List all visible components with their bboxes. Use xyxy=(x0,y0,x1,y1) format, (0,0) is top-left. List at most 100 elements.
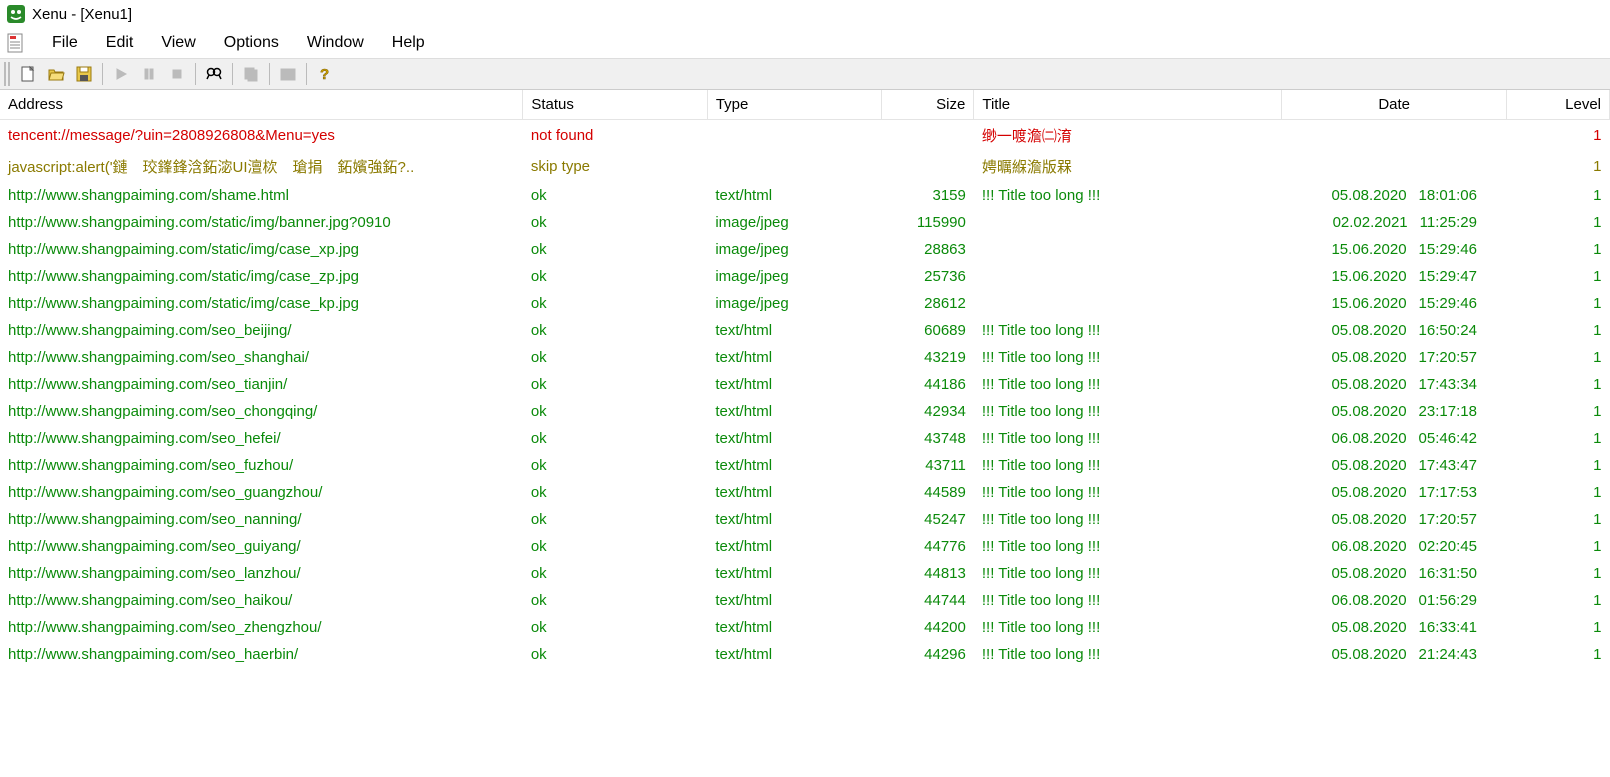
cell-date: 06.08.202005:46:42 xyxy=(1281,425,1507,452)
menubar: FileEditViewOptionsWindowHelp xyxy=(0,28,1610,58)
cell-level: 1 xyxy=(1507,182,1610,209)
cell-title: !!! Title too long !!! xyxy=(974,425,1282,452)
table-row[interactable]: http://www.shangpaiming.com/seo_haikou/o… xyxy=(0,587,1610,614)
table-row[interactable]: http://www.shangpaiming.com/static/img/c… xyxy=(0,263,1610,290)
cell-type xyxy=(707,151,881,182)
menu-file[interactable]: File xyxy=(38,30,92,56)
cell-level: 1 xyxy=(1507,344,1610,371)
cell-level: 1 xyxy=(1507,479,1610,506)
col-address[interactable]: Address xyxy=(0,90,523,120)
menu-window[interactable]: Window xyxy=(293,30,378,56)
cell-level: 1 xyxy=(1507,120,1610,152)
col-type[interactable]: Type xyxy=(707,90,881,120)
titlebar: Xenu - [Xenu1] xyxy=(0,0,1610,28)
cell-type: text/html xyxy=(707,587,881,614)
table-row[interactable]: http://www.shangpaiming.com/seo_hefei/ok… xyxy=(0,425,1610,452)
cell-address: http://www.shangpaiming.com/static/img/c… xyxy=(0,236,523,263)
table-row[interactable]: http://www.shangpaiming.com/seo_nanning/… xyxy=(0,506,1610,533)
cell-size: 44200 xyxy=(882,614,974,641)
cell-status: ok xyxy=(523,236,708,263)
cell-size: 42934 xyxy=(882,398,974,425)
cell-address: http://www.shangpaiming.com/shame.html xyxy=(0,182,523,209)
cell-title: 缈一喥澹㈡淯 xyxy=(974,120,1282,152)
cell-status: ok xyxy=(523,371,708,398)
cell-date: 15.06.202015:29:46 xyxy=(1281,236,1507,263)
menu-options[interactable]: Options xyxy=(210,30,293,56)
cell-size: 3159 xyxy=(882,182,974,209)
cell-size: 44296 xyxy=(882,641,974,668)
cell-address: http://www.shangpaiming.com/seo_chongqin… xyxy=(0,398,523,425)
table-row[interactable]: http://www.shangpaiming.com/shame.htmlok… xyxy=(0,182,1610,209)
table-row[interactable]: http://www.shangpaiming.com/static/img/c… xyxy=(0,236,1610,263)
cell-title xyxy=(974,290,1282,317)
menu-help[interactable]: Help xyxy=(378,30,439,56)
cell-type: text/html xyxy=(707,452,881,479)
cell-status: ok xyxy=(523,344,708,371)
table-row[interactable]: http://www.shangpaiming.com/seo_haerbin/… xyxy=(0,641,1610,668)
cell-address: http://www.shangpaiming.com/seo_zhengzho… xyxy=(0,614,523,641)
cell-title: !!! Title too long !!! xyxy=(974,452,1282,479)
table-row[interactable]: http://www.shangpaiming.com/static/img/b… xyxy=(0,209,1610,236)
cell-title: !!! Title too long !!! xyxy=(974,641,1282,668)
play-button[interactable] xyxy=(107,61,135,87)
table-row[interactable]: http://www.shangpaiming.com/seo_chongqin… xyxy=(0,398,1610,425)
table-row[interactable]: http://www.shangpaiming.com/seo_guiyang/… xyxy=(0,533,1610,560)
save-button[interactable] xyxy=(70,61,98,87)
cell-date: 06.08.202001:56:29 xyxy=(1281,587,1507,614)
copy-button[interactable] xyxy=(237,61,265,87)
cell-level: 1 xyxy=(1507,587,1610,614)
cell-size: 43711 xyxy=(882,452,974,479)
menu-view[interactable]: View xyxy=(147,30,209,56)
column-headers[interactable]: Address Status Type Size Title Date Leve… xyxy=(0,90,1610,120)
cell-level: 1 xyxy=(1507,209,1610,236)
app-icon xyxy=(6,4,26,24)
cell-date: 05.08.202017:20:57 xyxy=(1281,506,1507,533)
table-row[interactable]: http://www.shangpaiming.com/seo_guangzho… xyxy=(0,479,1610,506)
toolbar: ? xyxy=(0,58,1610,90)
cell-address: javascript:alert('鏈 珓鎽鋒浛鉐淧UI澶栨 瑲捐 鉐嬪強鉐?.… xyxy=(0,151,523,182)
cell-address: tencent://message/?uin=2808926808&Menu=y… xyxy=(0,120,523,152)
cell-level: 1 xyxy=(1507,398,1610,425)
cell-level: 1 xyxy=(1507,641,1610,668)
table-row[interactable]: http://www.shangpaiming.com/static/img/c… xyxy=(0,290,1610,317)
results-table[interactable]: Address Status Type Size Title Date Leve… xyxy=(0,90,1610,668)
table-row[interactable]: http://www.shangpaiming.com/seo_zhengzho… xyxy=(0,614,1610,641)
new-button[interactable] xyxy=(14,61,42,87)
col-title[interactable]: Title xyxy=(974,90,1282,120)
cell-status: ok xyxy=(523,209,708,236)
cell-level: 1 xyxy=(1507,317,1610,344)
table-row[interactable]: http://www.shangpaiming.com/seo_fuzhou/o… xyxy=(0,452,1610,479)
table-row[interactable]: http://www.shangpaiming.com/seo_beijing/… xyxy=(0,317,1610,344)
cell-date: 05.08.202017:43:34 xyxy=(1281,371,1507,398)
table-row[interactable]: javascript:alert('鏈 珓鎽鋒浛鉐淧UI澶栨 瑲捐 鉐嬪強鉐?.… xyxy=(0,151,1610,182)
table-row[interactable]: tencent://message/?uin=2808926808&Menu=y… xyxy=(0,120,1610,152)
cell-status: ok xyxy=(523,263,708,290)
table-row[interactable]: http://www.shangpaiming.com/seo_shanghai… xyxy=(0,344,1610,371)
cell-address: http://www.shangpaiming.com/seo_shanghai… xyxy=(0,344,523,371)
col-date[interactable]: Date xyxy=(1281,90,1507,120)
cell-type: text/html xyxy=(707,641,881,668)
col-level[interactable]: Level xyxy=(1507,90,1610,120)
separator xyxy=(102,63,103,85)
cell-status: ok xyxy=(523,452,708,479)
cell-status: ok xyxy=(523,290,708,317)
stop-button[interactable] xyxy=(163,61,191,87)
table-row[interactable]: http://www.shangpaiming.com/seo_lanzhou/… xyxy=(0,560,1610,587)
col-size[interactable]: Size xyxy=(882,90,974,120)
properties-button[interactable] xyxy=(274,61,302,87)
col-status[interactable]: Status xyxy=(523,90,708,120)
pause-button[interactable] xyxy=(135,61,163,87)
cell-level: 1 xyxy=(1507,263,1610,290)
cell-title: !!! Title too long !!! xyxy=(974,560,1282,587)
find-button[interactable] xyxy=(200,61,228,87)
svg-text:?: ? xyxy=(320,66,329,83)
cell-level: 1 xyxy=(1507,560,1610,587)
cell-type: image/jpeg xyxy=(707,263,881,290)
cell-type: text/html xyxy=(707,479,881,506)
cell-status: ok xyxy=(523,317,708,344)
help-button[interactable]: ? xyxy=(311,61,339,87)
menu-edit[interactable]: Edit xyxy=(92,30,148,56)
cell-title: !!! Title too long !!! xyxy=(974,182,1282,209)
open-button[interactable] xyxy=(42,61,70,87)
table-row[interactable]: http://www.shangpaiming.com/seo_tianjin/… xyxy=(0,371,1610,398)
